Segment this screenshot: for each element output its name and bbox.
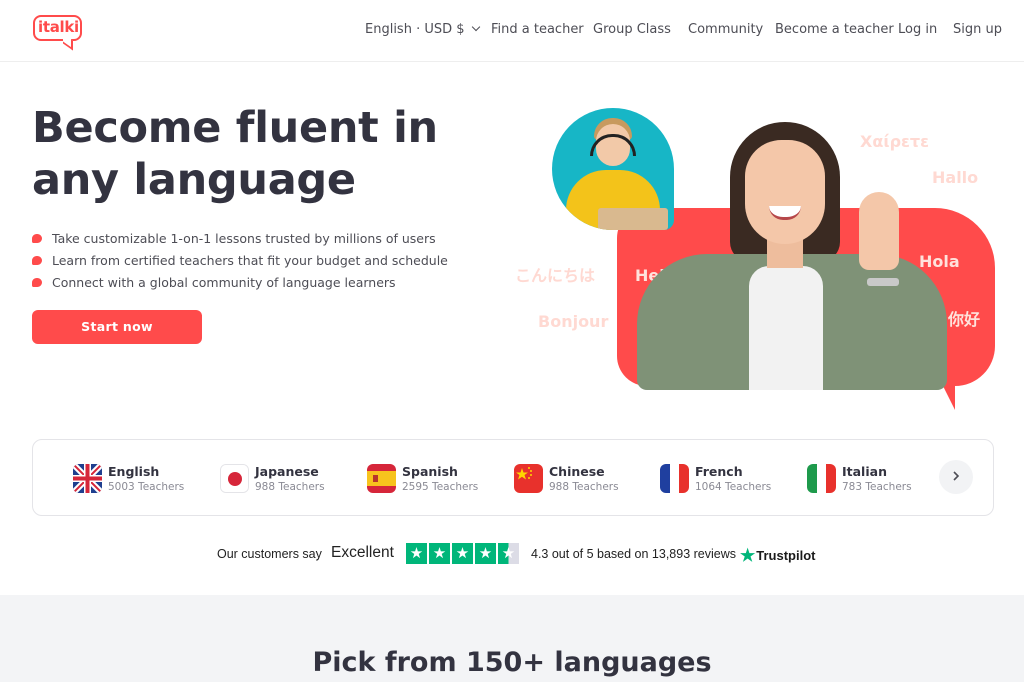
trustpilot-brand: Trustpilot (756, 548, 816, 563)
uk-flag-icon (73, 464, 102, 493)
bullet-text: Take customizable 1-on-1 lessons trusted… (52, 231, 436, 246)
language-name: French (695, 464, 743, 479)
hero-bullet: Take customizable 1-on-1 lessons trusted… (32, 230, 448, 252)
france-flag-icon (660, 464, 689, 493)
trustpilot-intro: Our customers say (217, 547, 322, 561)
china-flag-icon (514, 464, 543, 493)
locale-label: English · USD $ (365, 22, 465, 37)
hero-bullets: Take customizable 1-on-1 lessons trusted… (32, 230, 448, 296)
greeting-japanese: こんにちは (515, 266, 596, 285)
teacher-count: 988 Teachers (255, 481, 325, 493)
hero-illustration: Χαίρετε Hallo こんにちは Hello Hola Bonjour 你… (505, 100, 1024, 420)
teacher-top (749, 266, 823, 390)
star-icon: ★ (475, 543, 496, 564)
watch-icon (867, 278, 899, 286)
star-icon: ★ (429, 543, 450, 564)
greeting-french: Bonjour (538, 312, 609, 331)
italy-flag-icon (807, 464, 836, 493)
language-name: Italian (842, 464, 887, 479)
nav-log-in[interactable]: Log in (898, 22, 937, 37)
trustpilot-star-icon: ★ (740, 546, 756, 565)
language-carousel: English 5003 Teachers Japanese 988 Teach… (32, 439, 994, 516)
nav-become-teacher[interactable]: Become a teacher (775, 22, 894, 37)
bullet-dot-icon (32, 278, 42, 287)
chevron-right-icon (953, 471, 960, 481)
waving-hand (859, 192, 899, 270)
trustpilot-rating-word: Excellent (331, 544, 394, 561)
nav-sign-up[interactable]: Sign up (953, 22, 1002, 37)
teacher-count: 2595 Teachers (402, 481, 479, 493)
spain-flag-icon (367, 464, 396, 493)
language-name: Chinese (549, 464, 605, 479)
nav-group-class[interactable]: Group Class (593, 22, 671, 37)
half-star-icon: ★ (498, 543, 519, 564)
languages-section: Pick from 150+ languages (0, 595, 1024, 682)
locale-selector[interactable]: English · USD $ (365, 22, 480, 37)
teacher-count: 783 Teachers (842, 481, 912, 493)
hero-bullet: Connect with a global community of langu… (32, 274, 448, 296)
bullet-text: Learn from certified teachers that fit y… (52, 253, 448, 268)
start-now-button[interactable]: Start now (32, 310, 202, 344)
hero-bullet: Learn from certified teachers that fit y… (32, 252, 448, 274)
nav-community[interactable]: Community (688, 22, 763, 37)
star-icon: ★ (406, 543, 427, 564)
star-icon: ★ (452, 543, 473, 564)
teacher-count: 5003 Teachers (108, 481, 185, 493)
top-nav: italki English · USD $ Find a teacher Gr… (0, 0, 1024, 62)
languages-heading: Pick from 150+ languages (312, 647, 712, 678)
language-name: English (108, 464, 160, 479)
bullet-text: Connect with a global community of langu… (52, 275, 396, 290)
trustpilot-score[interactable]: 4.3 out of 5 based on 13,893 reviews (531, 547, 736, 561)
chevron-down-icon (471, 22, 480, 32)
teacher-photo (627, 120, 957, 390)
carousel-next-button[interactable] (939, 460, 973, 494)
trustpilot-logo[interactable]: ★Trustpilot (740, 545, 815, 565)
italki-logo[interactable]: italki (33, 15, 82, 51)
language-name: Japanese (255, 464, 319, 479)
teacher-count: 1064 Teachers (695, 481, 772, 493)
language-name: Spanish (402, 464, 458, 479)
nav-find-teacher[interactable]: Find a teacher (491, 22, 584, 37)
bullet-dot-icon (32, 256, 42, 265)
japan-flag-icon (220, 464, 249, 493)
bullet-dot-icon (32, 234, 42, 243)
teacher-face (745, 140, 825, 244)
hero-title: Become fluent in any language (32, 103, 438, 205)
teacher-count: 988 Teachers (549, 481, 619, 493)
logo-text: italki (38, 18, 79, 36)
